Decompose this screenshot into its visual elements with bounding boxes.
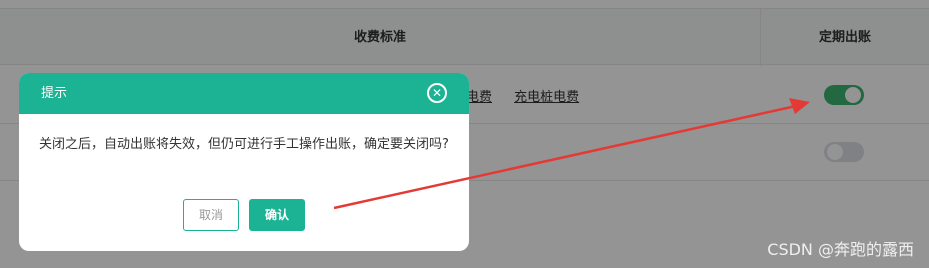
annotation-arrow — [333, 98, 810, 210]
annotation-arrow-head — [789, 98, 810, 114]
annotation-arrow-line — [333, 104, 797, 210]
watermark: CSDN @奔跑的露西 — [767, 240, 914, 259]
